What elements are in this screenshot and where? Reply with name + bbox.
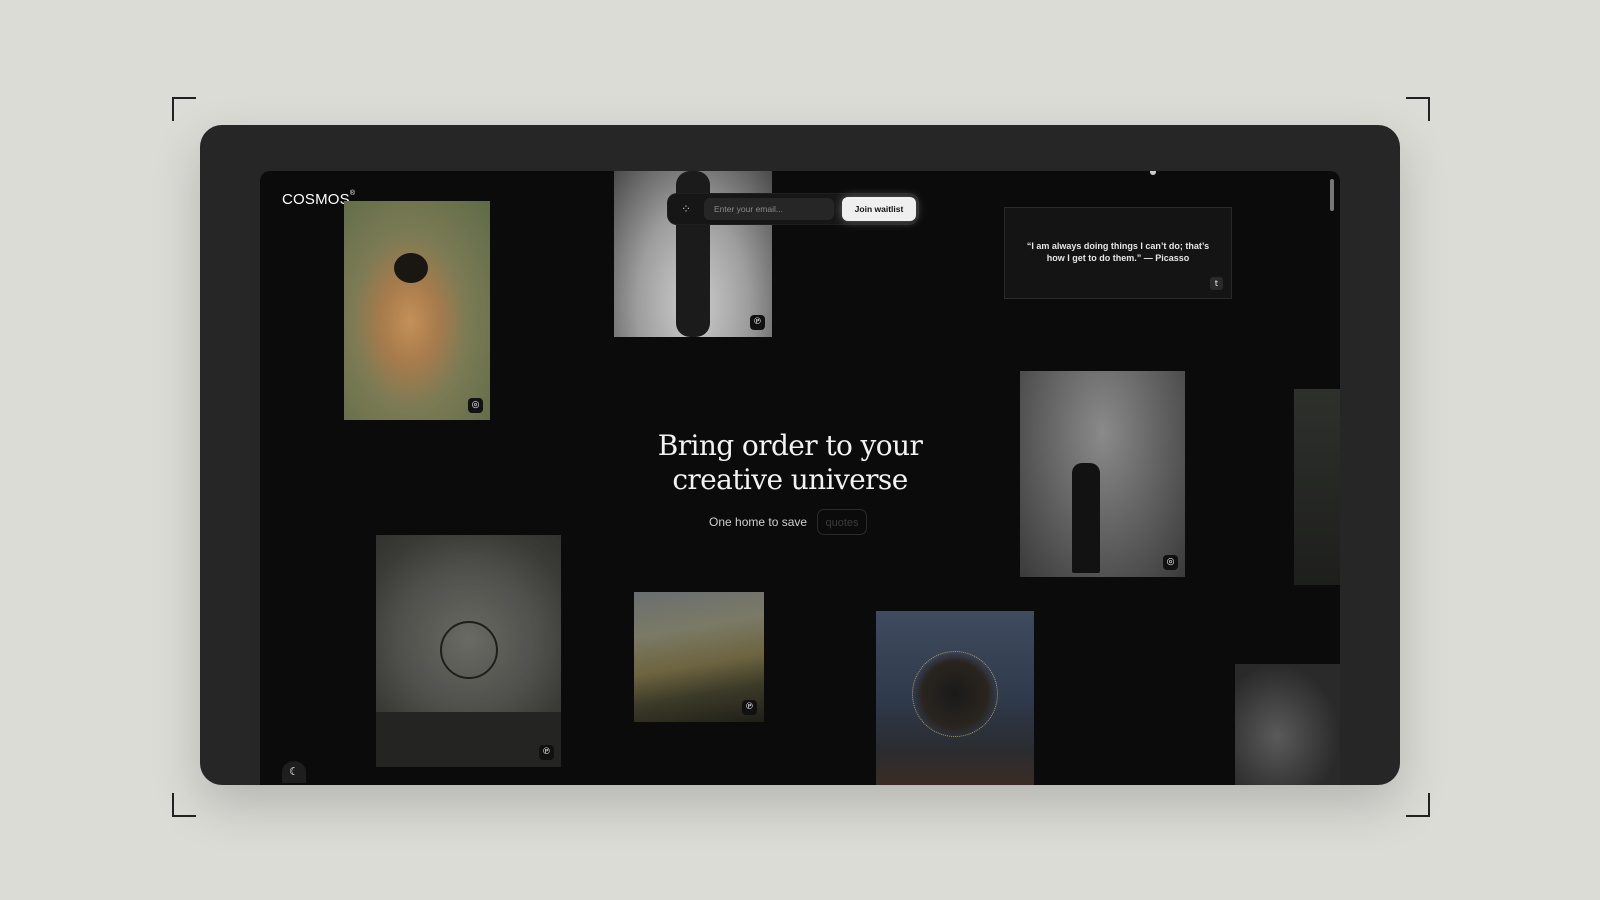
image-card-tree[interactable] bbox=[876, 611, 1034, 785]
frame-corner-top-right bbox=[1406, 97, 1430, 121]
image-card-circle[interactable]: ℗ bbox=[376, 535, 561, 767]
quote-card[interactable]: “I am always doing things I can’t do; th… bbox=[1004, 207, 1232, 299]
image-card-figure[interactable]: ◎ bbox=[344, 201, 490, 420]
instagram-icon: ◎ bbox=[468, 398, 483, 413]
twitter-icon: t bbox=[1210, 277, 1223, 290]
pinterest-icon: ℗ bbox=[742, 700, 757, 715]
rotating-word-chip: quotes bbox=[817, 509, 867, 535]
brand-name: COSMOS bbox=[282, 191, 350, 208]
hero-title: Bring order to your creative universe bbox=[640, 429, 940, 497]
frame-corner-top-left bbox=[172, 97, 196, 121]
join-waitlist-button[interactable]: Join waitlist bbox=[842, 197, 916, 221]
instagram-icon: ◎ bbox=[1163, 555, 1178, 570]
hero-subtitle: One home to save quotes bbox=[700, 509, 900, 535]
registered-mark: ® bbox=[349, 190, 356, 197]
top-indicator bbox=[1150, 171, 1156, 175]
pinterest-icon: ℗ bbox=[539, 745, 554, 760]
image-card-veil[interactable]: ◎ bbox=[1020, 371, 1185, 577]
pinterest-icon: ℗ bbox=[750, 315, 765, 330]
hero-title-line-2: creative universe bbox=[672, 463, 908, 496]
waitlist-bar: ⁘ Join waitlist bbox=[668, 194, 918, 224]
frame-corner-bottom-left bbox=[172, 793, 196, 817]
scrollbar[interactable] bbox=[1330, 179, 1334, 211]
frame-corner-bottom-right bbox=[1406, 793, 1430, 817]
moon-icon[interactable]: ☾ bbox=[282, 761, 306, 783]
hero-subtitle-text: One home to save bbox=[709, 515, 808, 529]
device-frame: COSMOS® ◎ ℗ ℗ ℗ ◎ “I am always doing thi… bbox=[200, 125, 1400, 785]
quote-text: “I am always doing things I can’t do; th… bbox=[1026, 241, 1210, 263]
hero-title-line-1: Bring order to your bbox=[657, 429, 923, 462]
image-card-edge-right[interactable] bbox=[1294, 389, 1340, 585]
email-input[interactable] bbox=[704, 198, 834, 220]
browser-viewport: COSMOS® ◎ ℗ ℗ ℗ ◎ “I am always doing thi… bbox=[260, 171, 1340, 785]
image-card-hills[interactable]: ℗ bbox=[634, 592, 764, 722]
sparkle-icon: ⁘ bbox=[680, 202, 692, 216]
image-card-edge-bottom[interactable] bbox=[1235, 664, 1340, 785]
